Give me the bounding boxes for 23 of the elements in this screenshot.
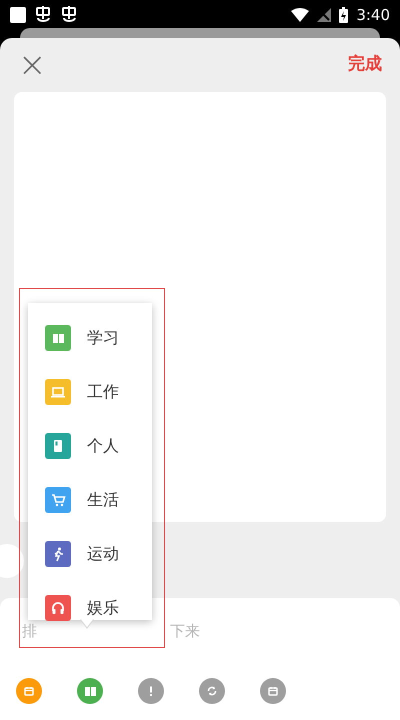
- category-item[interactable]: 个人: [45, 433, 152, 459]
- category-item[interactable]: 工作: [45, 379, 152, 405]
- category-item[interactable]: 生活: [45, 487, 152, 513]
- category-item[interactable]: 学习: [45, 325, 152, 351]
- clock-time: 3:40: [356, 4, 390, 26]
- done-button[interactable]: 完成: [344, 52, 386, 78]
- category-item[interactable]: 娱乐: [45, 595, 152, 621]
- alert-icon[interactable]: [138, 678, 164, 704]
- notification-icon: [60, 6, 78, 24]
- wifi-icon: [291, 8, 310, 22]
- close-button[interactable]: ×: [14, 48, 50, 82]
- circle-handle: [0, 544, 24, 578]
- calendar-icon[interactable]: [16, 678, 42, 704]
- category-item[interactable]: 运动: [45, 541, 152, 567]
- hint-text: 排: [22, 621, 37, 642]
- battery-icon: [339, 7, 348, 23]
- book-icon[interactable]: [77, 678, 103, 704]
- calendar-icon[interactable]: [260, 678, 286, 704]
- hint-text: 下来: [170, 621, 200, 642]
- notification-icon: [34, 6, 52, 24]
- refresh-icon[interactable]: [199, 678, 225, 704]
- no-signal-icon: [317, 8, 332, 22]
- app-icon: [10, 7, 26, 23]
